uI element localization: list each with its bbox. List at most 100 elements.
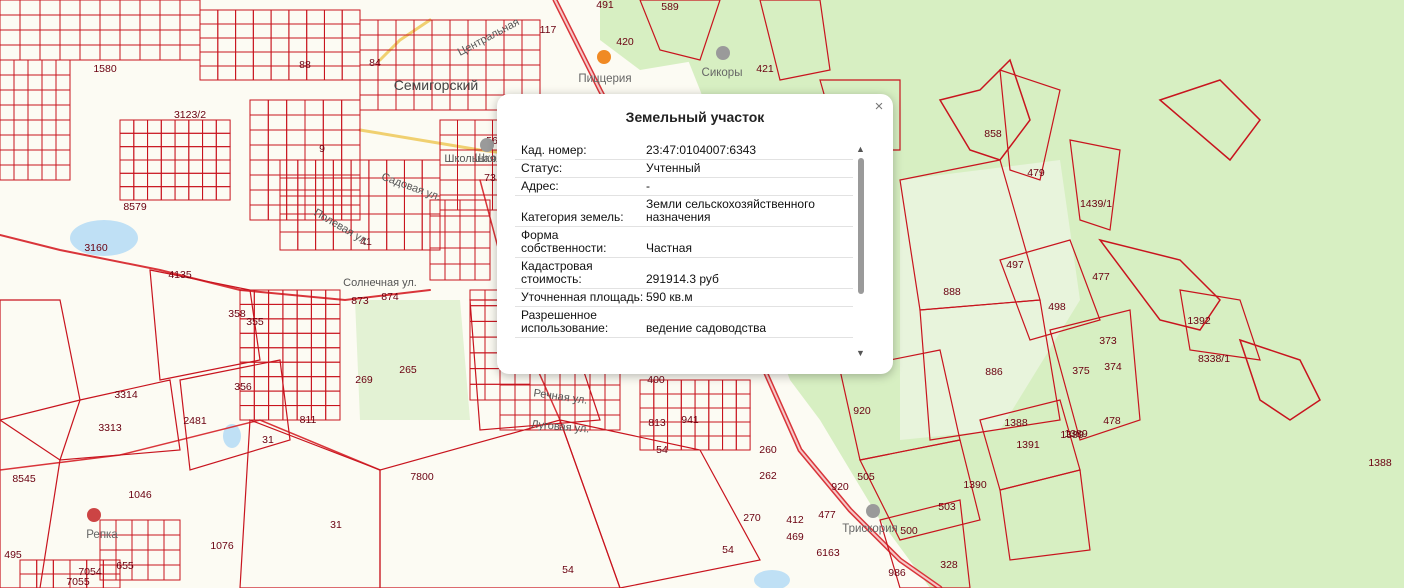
property-value: -: [646, 179, 650, 193]
plot-number-label: 400: [647, 374, 665, 386]
plot-number-label: 328: [940, 559, 958, 571]
property-row: Адрес: -: [515, 178, 853, 196]
property-key: Разрешенное использование:: [521, 308, 609, 335]
food-pin-icon[interactable]: [597, 50, 611, 64]
property-key: Адрес:: [521, 179, 559, 193]
plot-number-label: 888: [943, 286, 961, 298]
plot-number-label: 1388: [1004, 417, 1028, 429]
plot-number-label: 655: [116, 560, 134, 572]
plot-number-label: 3314: [114, 389, 138, 401]
scroll-thumb[interactable]: [858, 158, 864, 294]
plot-number-label: 1580: [93, 63, 117, 75]
property-key: Категория земель:: [521, 210, 624, 224]
poi-label: Трискория: [842, 523, 898, 535]
plot-number-label: 7800: [410, 471, 434, 483]
plot-number-label: 7055: [66, 576, 90, 588]
property-row: Уточненная площадь: 590 кв.м: [515, 289, 853, 307]
plot-number-label: 73: [484, 172, 496, 184]
plot-number-label: 479: [1027, 167, 1045, 179]
plot-number-label: 1390: [963, 479, 987, 491]
plot-number-label: 117: [540, 24, 557, 36]
plot-number-label: 920: [853, 405, 871, 417]
plot-number-label: 421: [756, 63, 774, 75]
plot-number-label: 478: [1103, 415, 1121, 427]
plot-number-label: 1046: [128, 489, 152, 501]
popup-title: Земельный участок: [625, 109, 765, 125]
plot-number-label: 874: [381, 291, 399, 303]
plot-number-label: 8338/1: [1198, 353, 1230, 365]
poi-label: Сикоры: [702, 67, 743, 79]
school-pin-icon[interactable]: [480, 138, 494, 152]
plot-number-label: 920: [831, 481, 849, 493]
plot-number-label: 477: [818, 509, 836, 521]
popup-scrollbar[interactable]: ▲ ▼: [854, 144, 868, 358]
plot-number-label: 8545: [12, 473, 36, 485]
property-row: Кад. номер: 23:47:0104007:6343: [515, 142, 853, 160]
plot-number-label: 886: [985, 366, 1003, 378]
plot-number-label: 31: [262, 434, 274, 446]
place-label: Семигорский: [394, 77, 478, 93]
plot-number-label: 1388: [1368, 457, 1392, 469]
plot-number-label: 3313: [98, 422, 122, 434]
shop-pin-icon[interactable]: [87, 508, 101, 522]
land-plot-popup: Земельный участок × Кад. номер: 23:47:01…: [497, 94, 893, 374]
plot-number-label: 2481: [183, 415, 207, 427]
plot-number-label: 31: [330, 519, 342, 531]
plot-number-label: 54: [562, 564, 574, 576]
poi-label: Репка: [86, 529, 118, 541]
building-pin-icon[interactable]: [716, 46, 730, 60]
plot-number-label: 589: [661, 1, 679, 13]
property-key: Кад. номер:: [521, 143, 587, 157]
plot-number-label: 1076: [210, 540, 234, 552]
plot-number-label: 500: [900, 525, 918, 537]
plot-number-label: 503: [938, 501, 956, 513]
property-row: Форма собственности: Частная: [515, 227, 853, 258]
property-value: Учтенный: [646, 161, 701, 175]
plot-number-label: 1389: [1060, 429, 1084, 441]
plot-number-label: 3123/2: [174, 109, 206, 121]
plot-number-label: 491: [596, 0, 614, 11]
plot-number-label: 858: [984, 128, 1002, 140]
scroll-down-icon[interactable]: ▼: [856, 348, 865, 358]
property-value: Земли сельскохозяйственного назначения: [646, 197, 815, 224]
plot-number-label: 54: [656, 444, 668, 456]
scroll-up-icon[interactable]: ▲: [856, 144, 865, 154]
property-row: Разрешенное использование: ведение садов…: [515, 307, 853, 338]
plot-number-label: 477: [1092, 271, 1110, 283]
plot-number-label: 356: [234, 381, 252, 393]
property-key: Форма собственности:: [521, 228, 607, 255]
plot-number-label: 813: [648, 417, 666, 429]
plot-number-label: 262: [759, 470, 777, 482]
place-labels: Семигорский: [394, 77, 478, 93]
plot-number-label: 986: [888, 567, 906, 579]
cafe-pin-icon[interactable]: [866, 504, 880, 518]
plot-number-label: 373: [1099, 335, 1117, 347]
property-value: ведение садоводства: [646, 321, 767, 335]
property-key: Статус:: [521, 161, 563, 175]
plot-number-label: 260: [759, 444, 777, 456]
field-area: [355, 300, 470, 420]
plot-number-label: 495: [4, 549, 22, 561]
property-value: 23:47:0104007:6343: [646, 143, 757, 157]
plot-number-label: 88: [299, 59, 311, 71]
plot-number-label: 941: [681, 414, 699, 426]
plot-number-label: 498: [1048, 301, 1066, 313]
plot-number-label: 469: [786, 531, 804, 543]
plot-number-label: 269: [355, 374, 373, 386]
plot-number-label: 355: [246, 316, 264, 328]
street-label: Солнечная ул.: [343, 277, 417, 289]
plot-number-label: 1439/1: [1080, 198, 1112, 210]
plot-number-label: 3160: [84, 242, 108, 254]
plot-number-label: 84: [369, 57, 381, 69]
properties-table[interactable]: Кад. номер: 23:47:0104007:6343 Статус: У…: [515, 142, 853, 358]
property-row: Кадастровая стоимость: 291914.3 руб: [515, 258, 853, 289]
plot-number-label: 8579: [123, 201, 147, 213]
property-value: 291914.3 руб: [646, 272, 719, 286]
property-value: 590 кв.м: [646, 290, 693, 304]
property-key: Уточненная площадь:: [521, 290, 644, 304]
poi-label: Пиццерия: [578, 73, 631, 85]
close-icon[interactable]: ×: [871, 99, 887, 115]
plot-number-label: 412: [786, 514, 804, 526]
plot-number-label: 505: [857, 471, 875, 483]
plot-number-label: 497: [1006, 259, 1024, 271]
